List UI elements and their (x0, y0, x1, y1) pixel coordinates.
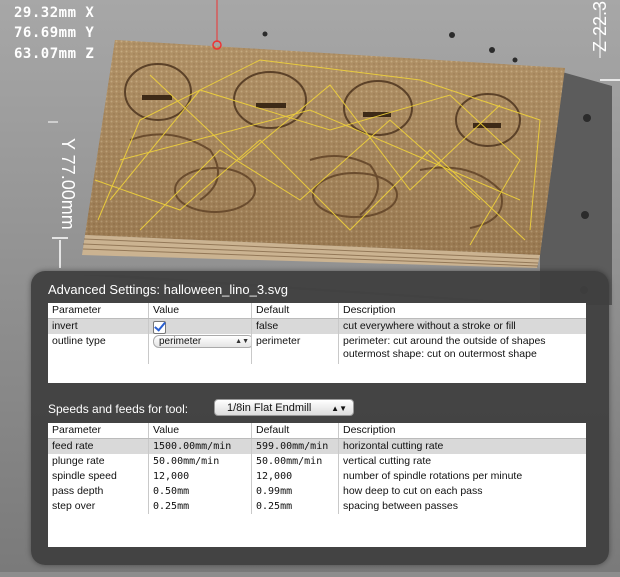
param-name: feed rate (48, 439, 149, 454)
tool-select[interactable]: 1/8in Flat Endmill ▲▼ (214, 399, 354, 416)
default-value: 50.00mm/min (252, 454, 339, 469)
speeds-feeds-table: Parameter Value Default Description feed… (48, 423, 586, 547)
table-header: Parameter Value Default Description (48, 303, 586, 319)
param-value[interactable]: 1500.00mm/min (149, 439, 252, 454)
outline-type-value: perimeter (159, 336, 202, 347)
updown-arrow-icon: ▲▼ (235, 338, 249, 345)
column-header-default[interactable]: Default (252, 303, 339, 318)
param-value[interactable]: 0.50mm (149, 484, 252, 499)
default-value: 599.00mm/min (252, 439, 339, 454)
y-dimension-label: Y 77.00mm (58, 138, 78, 230)
param-description: number of spindle rotations per minute (343, 470, 523, 482)
description-line: outermost shape: cut on outermost shape (343, 348, 537, 360)
speeds-feeds-label: Speeds and feeds for tool: (48, 402, 189, 416)
advanced-settings-table: Parameter Value Default Description inve… (48, 303, 586, 383)
param-description: horizontal cutting rate (343, 440, 444, 452)
outline-type-cell: perimeter ▲▼ (149, 334, 252, 364)
invert-cell (149, 319, 252, 334)
table-row-plunge-rate[interactable]: plunge rate 50.00mm/min 50.00mm/min vert… (48, 454, 586, 469)
table-row-step-over[interactable]: step over 0.25mm 0.25mm spacing between … (48, 499, 586, 514)
table-row-feed-rate[interactable]: feed rate 1500.00mm/min 599.00mm/min hor… (48, 439, 586, 454)
advanced-settings-panel: Advanced Settings: halloween_lino_3.svg … (31, 271, 609, 565)
param-value[interactable]: 50.00mm/min (149, 454, 252, 469)
param-description: how deep to cut on each pass (343, 485, 483, 497)
table-row-pass-depth[interactable]: pass depth 0.50mm 0.99mm how deep to cut… (48, 484, 586, 499)
param-name: outline type (48, 334, 149, 364)
table-row-outline-type[interactable]: outline type perimeter ▲▼ perimeter perim… (48, 334, 586, 364)
column-header-value[interactable]: Value (149, 303, 252, 318)
outline-type-select[interactable]: perimeter ▲▼ (153, 335, 251, 348)
param-description: vertical cutting rate (343, 455, 432, 467)
invert-checkbox[interactable] (153, 321, 166, 334)
z-coordinate-readout: 63.07mm Z (14, 46, 95, 62)
param-description: perimeter: cut around the outside of sha… (339, 334, 585, 364)
column-header-default[interactable]: Default (252, 423, 339, 438)
default-value: false (252, 319, 339, 334)
param-name: spindle speed (48, 469, 149, 484)
table-row-spindle-speed[interactable]: spindle speed 12,000 12,000 number of sp… (48, 469, 586, 484)
column-header-parameter[interactable]: Parameter (48, 423, 149, 438)
column-header-description[interactable]: Description (339, 303, 585, 318)
updown-arrow-icon: ▲▼ (331, 404, 347, 413)
x-coordinate-readout: 29.32mm X (14, 5, 95, 21)
param-name: plunge rate (48, 454, 149, 469)
column-header-description[interactable]: Description (339, 423, 585, 438)
param-description: spacing between passes (343, 500, 458, 512)
param-name: pass depth (48, 484, 149, 499)
param-name: invert (48, 319, 149, 334)
param-value[interactable]: 12,000 (149, 469, 252, 484)
column-header-parameter[interactable]: Parameter (48, 303, 149, 318)
table-header: Parameter Value Default Description (48, 423, 586, 439)
advanced-settings-title: Advanced Settings: halloween_lino_3.svg (48, 282, 288, 297)
param-value[interactable]: 0.25mm (149, 499, 252, 514)
table-row-invert[interactable]: invert false cut everywhere without a st… (48, 319, 586, 334)
default-value: 0.25mm (252, 499, 339, 514)
param-description: cut everywhere without a stroke or fill (343, 320, 516, 332)
default-value: 0.99mm (252, 484, 339, 499)
default-value: 12,000 (252, 469, 339, 484)
default-value: perimeter (252, 334, 339, 364)
z-dimension-label: Z 22.3 (590, 1, 610, 52)
description-line: perimeter: cut around the outside of sha… (343, 335, 546, 347)
column-header-value[interactable]: Value (149, 423, 252, 438)
y-coordinate-readout: 76.69mm Y (14, 25, 95, 41)
param-name: step over (48, 499, 149, 514)
tool-select-value: 1/8in Flat Endmill (227, 402, 312, 414)
